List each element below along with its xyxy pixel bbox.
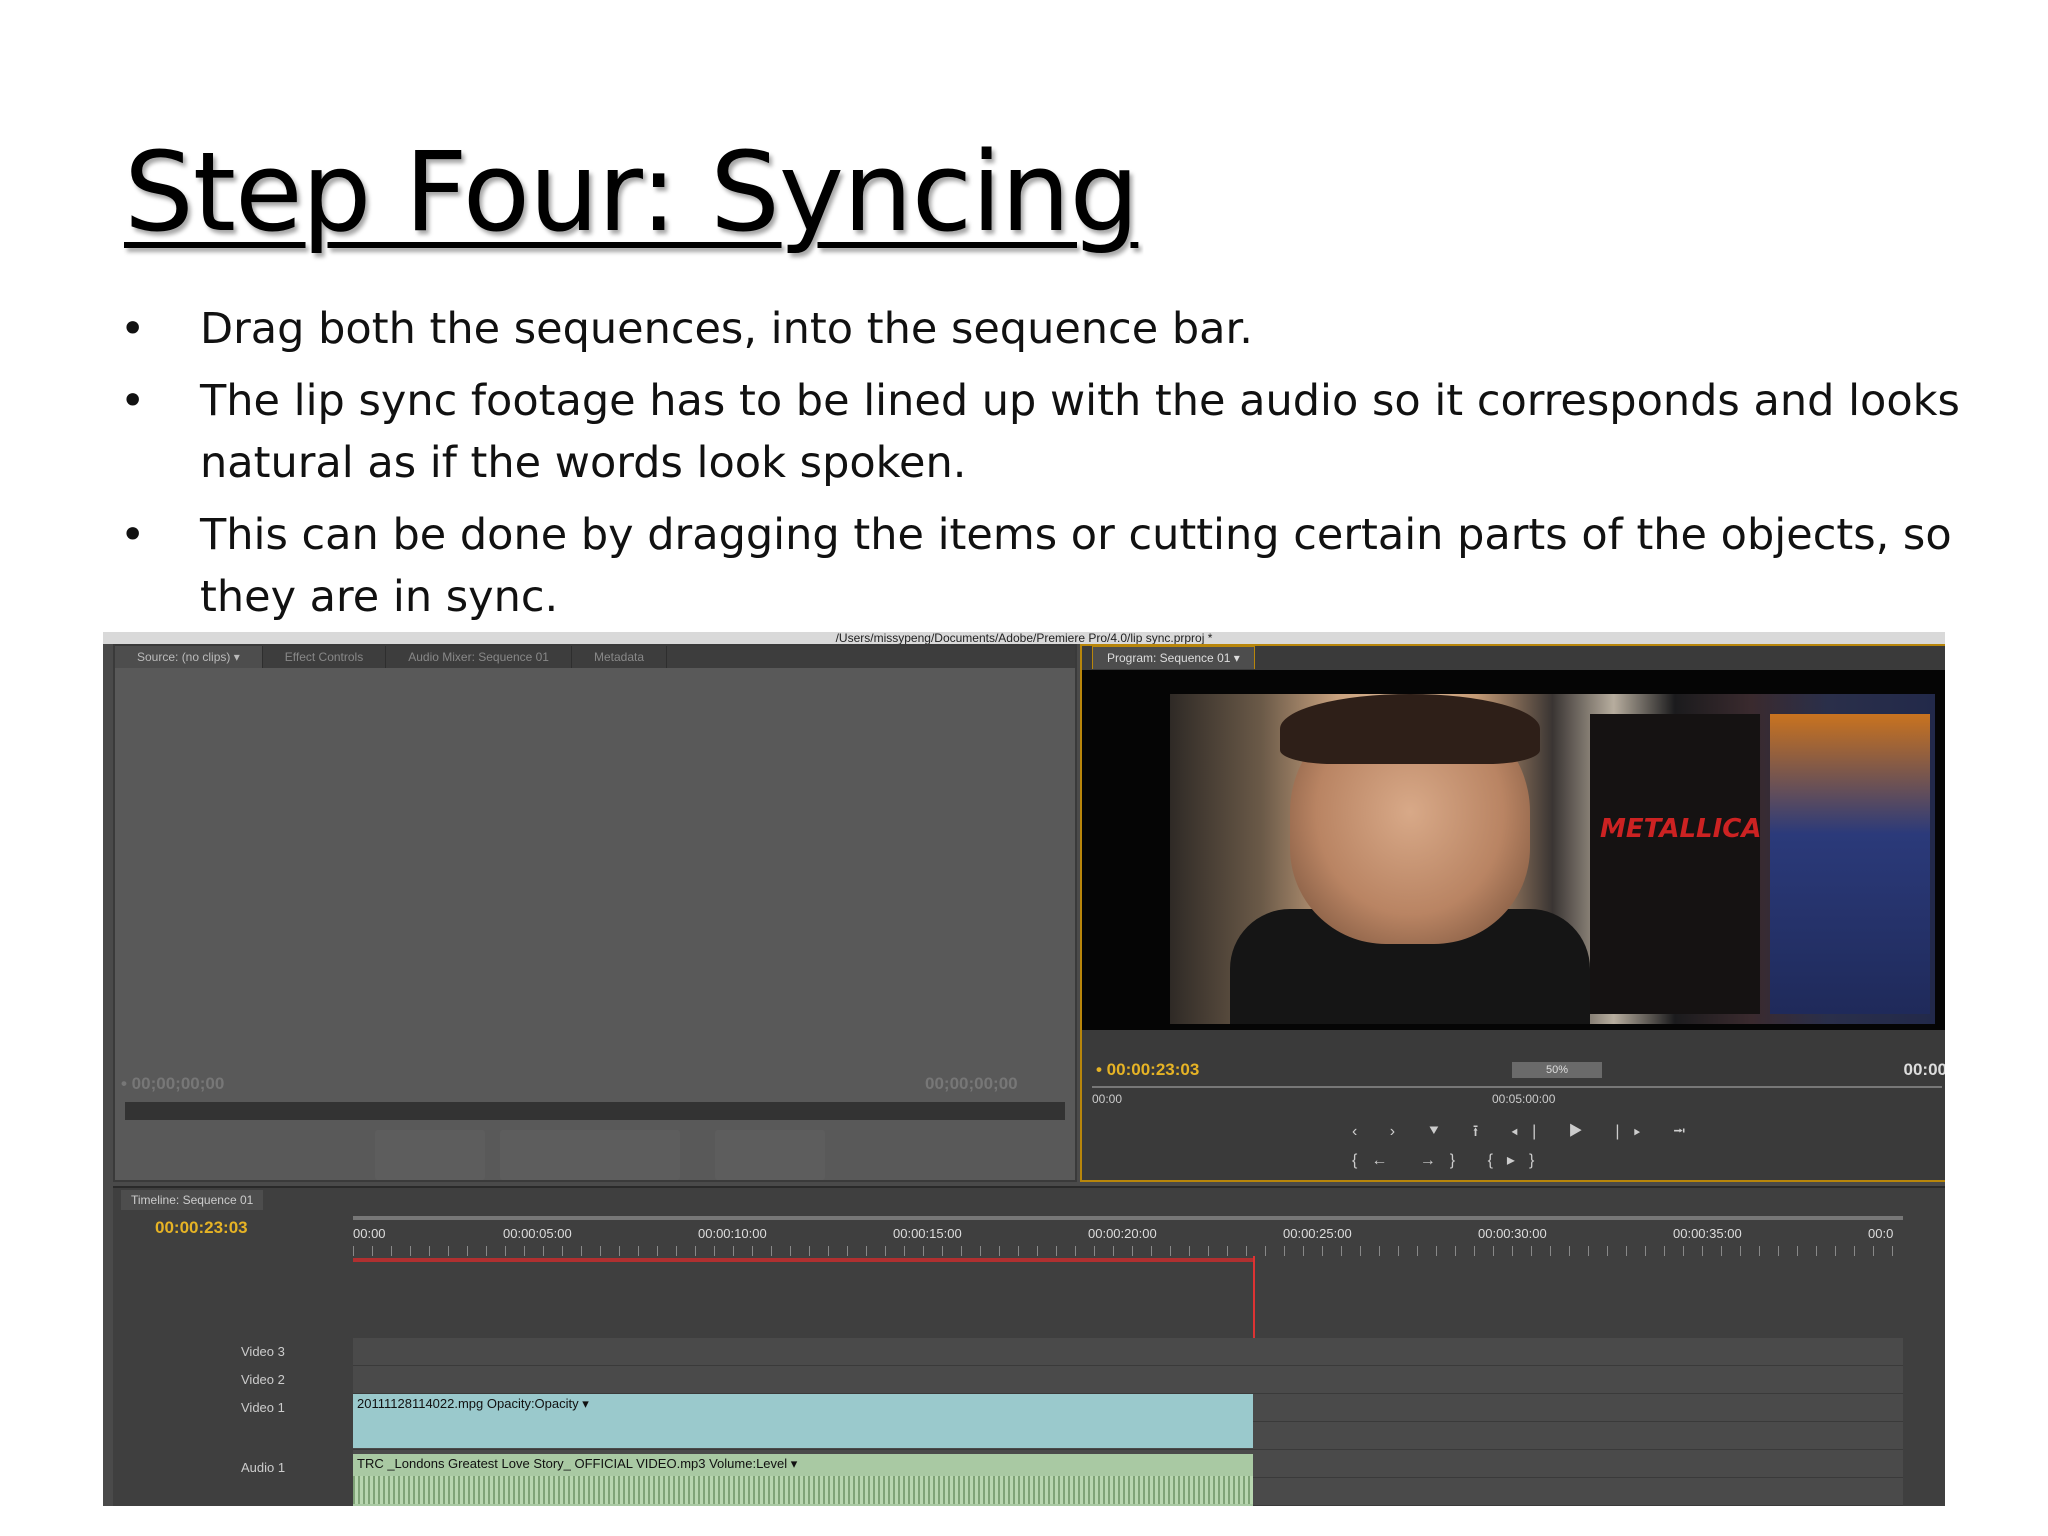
tab-source[interactable]: Source: (no clips) ▾ — [115, 646, 263, 668]
program-video: METALLICA — [1082, 670, 1945, 1030]
poster-left — [1590, 714, 1760, 1014]
program-timecode[interactable]: • 00:00:23:03 — [1096, 1060, 1199, 1080]
bullet-item: • The lip sync footage has to be lined up… — [120, 370, 2000, 494]
track-audio-1[interactable]: Audio 1 — [173, 1454, 353, 1482]
audio-waveform — [353, 1476, 1253, 1504]
tab-audio-mixer[interactable]: Audio Mixer: Sequence 01 — [386, 646, 572, 668]
project-path: /Users/missypeng/Documents/Adobe/Premier… — [103, 632, 1945, 644]
source-timecode-out: 00;00;00;00 — [925, 1074, 1018, 1093]
source-scrub-bar[interactable] — [125, 1102, 1065, 1120]
ruler-tick: 00:00:10:00 — [698, 1226, 767, 1241]
bullet-text: This can be done by dragging the items o… — [200, 510, 1952, 622]
program-panel: Program: Sequence 01 ▾ METALLICA • 00:00… — [1080, 644, 1945, 1182]
person-hair — [1280, 694, 1540, 764]
source-jog-controls[interactable] — [500, 1130, 680, 1180]
premiere-screenshot: /Users/missypeng/Documents/Adobe/Premier… — [103, 632, 1945, 1506]
timeline-timecode[interactable]: 00:00:23:03 — [155, 1218, 248, 1238]
video-frame: METALLICA — [1170, 694, 1935, 1024]
ruler-start: 00:00 — [1092, 1092, 1123, 1106]
ruler-tick: 00:00:30:00 — [1478, 1226, 1547, 1241]
source-panel: Source: (no clips) ▾ Effect Controls Aud… — [113, 644, 1077, 1182]
source-insert-controls[interactable] — [715, 1130, 825, 1180]
track-video-2[interactable]: Video 2 — [173, 1366, 353, 1394]
bullet-dot: • — [120, 376, 146, 426]
slide-title: Step Four: Syncing — [124, 128, 1139, 256]
tab-program[interactable]: Program: Sequence 01 ▾ — [1092, 646, 1255, 669]
source-tab-bar: Source: (no clips) ▾ Effect Controls Aud… — [115, 646, 1075, 668]
ruler-tick: 00:00:25:00 — [1283, 1226, 1352, 1241]
ruler-tick: 00:0 — [1868, 1226, 1894, 1241]
bullet-list: • Drag both the sequences, into the seque… — [120, 298, 2000, 638]
tab-metadata[interactable]: Metadata — [572, 646, 668, 668]
ruler-mid: 00:05:00:00 — [1492, 1092, 1556, 1106]
ruler-tick: 00:00:05:00 — [503, 1226, 572, 1241]
timeline-panel: Timeline: Sequence 01 00:00:23:03 00:00 … — [113, 1186, 1945, 1506]
tab-effect-controls[interactable]: Effect Controls — [263, 646, 387, 668]
timeline-ruler[interactable]: 00:00 00:00:05:00 00:00:10:00 00:00:15:0… — [353, 1216, 1903, 1260]
track-area: 20111128114022.mpg Opacity:Opacity ▾ TRC… — [353, 1338, 1903, 1506]
ruler-tick: 00:00:35:00 — [1673, 1226, 1742, 1241]
trim-buttons[interactable]: {← →} {▸} — [1352, 1150, 1548, 1170]
track-video-3[interactable]: Video 3 — [173, 1338, 353, 1366]
audio-clip[interactable]: TRC _Londons Greatest Love Story_ OFFICI… — [353, 1454, 1253, 1506]
bullet-text: Drag both the sequences, into the sequen… — [200, 304, 1253, 354]
poster-logo: METALLICA — [1600, 814, 1762, 844]
video-clip[interactable]: 20111128114022.mpg Opacity:Opacity ▾ — [353, 1394, 1253, 1448]
transport-buttons[interactable]: ‹ › ⯆ ⭱ ◂| ▶ |▸ ⭲ — [1352, 1120, 1699, 1147]
bullet-item: • This can be done by dragging the items … — [120, 504, 2000, 628]
video-clip-label: 20111128114022.mpg Opacity:Opacity ▾ — [357, 1396, 589, 1411]
zoom-select[interactable]: 50% — [1512, 1062, 1602, 1078]
track-headers: Video 3 Video 2 Video 1 Audio 1 — [173, 1338, 353, 1482]
ruler-tick: 00:00:15:00 — [893, 1226, 962, 1241]
bullet-item: • Drag both the sequences, into the seque… — [120, 298, 2000, 360]
program-ruler[interactable]: 00:00 00:05:00:00 — [1092, 1086, 1942, 1110]
source-transport-controls[interactable] — [375, 1130, 485, 1180]
tab-timeline[interactable]: Timeline: Sequence 01 — [121, 1190, 264, 1210]
program-duration: 00:00 — [1903, 1060, 1945, 1079]
bullet-dot: • — [120, 510, 146, 560]
bullet-text: The lip sync footage has to be lined up … — [200, 376, 1960, 488]
work-area-bar[interactable] — [353, 1258, 1253, 1262]
ruler-tick: 00:00:20:00 — [1088, 1226, 1157, 1241]
poster-right — [1770, 714, 1930, 1014]
source-timecode-in: • 00;00;00;00 — [121, 1074, 225, 1093]
audio-clip-label: TRC _Londons Greatest Love Story_ OFFICI… — [357, 1456, 798, 1471]
ruler-tick: 00:00 — [353, 1226, 386, 1241]
track-video-1[interactable]: Video 1 — [173, 1394, 353, 1454]
bullet-dot: • — [120, 304, 146, 354]
